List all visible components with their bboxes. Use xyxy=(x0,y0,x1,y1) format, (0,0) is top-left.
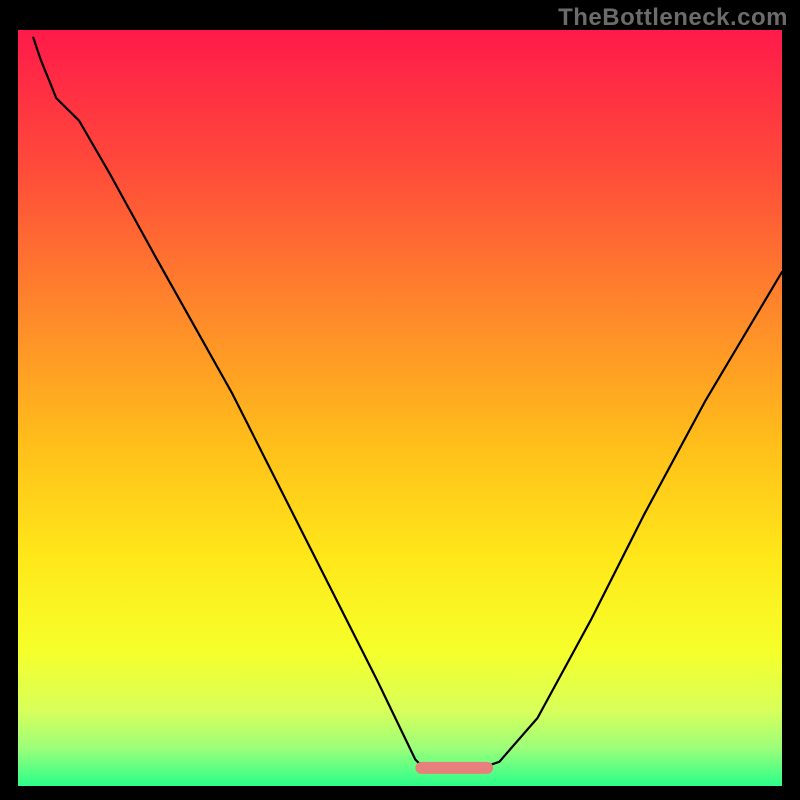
stage: TheBottleneck.com xyxy=(0,0,800,800)
plot-area xyxy=(18,30,782,786)
watermark-text: TheBottleneck.com xyxy=(558,4,788,32)
plot-svg xyxy=(18,30,782,786)
gradient-rect xyxy=(18,30,782,786)
